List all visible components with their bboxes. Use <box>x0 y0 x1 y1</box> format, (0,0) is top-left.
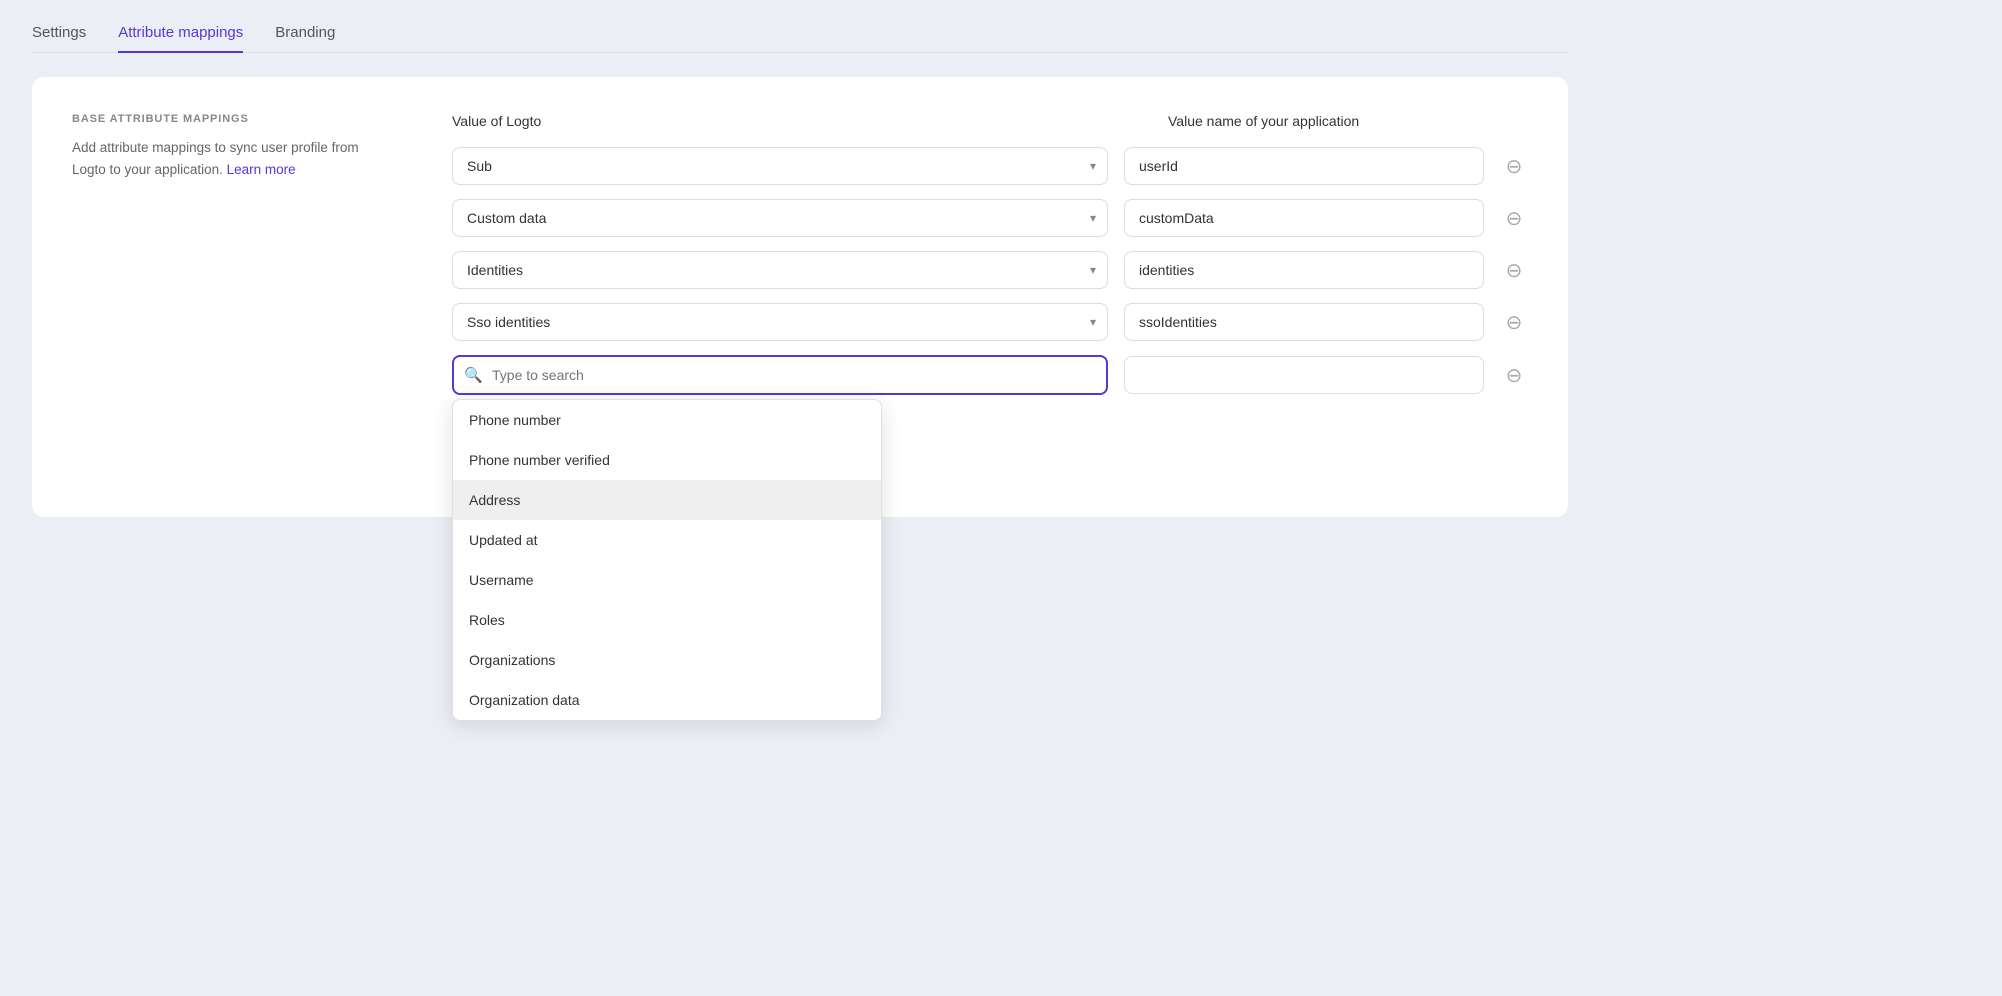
app-value-input-1[interactable] <box>1124 147 1484 185</box>
select-logto-value-2[interactable]: Custom data <box>452 199 1108 237</box>
select-logto-value-3[interactable]: Identities <box>452 251 1108 289</box>
select-wrapper-2: Custom data ▾ <box>452 199 1108 237</box>
app-value-input-4[interactable] <box>1124 303 1484 341</box>
dropdown-item-organization-data[interactable]: Organization data <box>453 680 881 720</box>
col-header-left: Value of Logto <box>452 113 1152 129</box>
search-input[interactable] <box>452 355 1108 395</box>
section-description: Add attribute mappings to sync user prof… <box>72 137 392 180</box>
select-wrapper-3: Identities ▾ <box>452 251 1108 289</box>
mapping-row-3: Identities ▾ ⊖ <box>452 251 1528 289</box>
tab-bar: Settings Attribute mappings Branding <box>32 24 1568 53</box>
dropdown-item-address[interactable]: Address <box>453 480 881 520</box>
dropdown-item-organizations[interactable]: Organizations <box>453 640 881 680</box>
tab-attribute-mappings[interactable]: Attribute mappings <box>118 24 243 53</box>
dropdown-item-phone-number-verified[interactable]: Phone number verified <box>453 440 881 480</box>
remove-row-new-button[interactable]: ⊖ <box>1500 361 1528 389</box>
select-logto-value-4[interactable]: Sso identities <box>452 303 1108 341</box>
app-value-input-new[interactable] <box>1124 356 1484 394</box>
select-logto-value-1[interactable]: Sub <box>452 147 1108 185</box>
mapping-row-2: Custom data ▾ ⊖ <box>452 199 1528 237</box>
left-panel: BASE ATTRIBUTE MAPPINGS Add attribute ma… <box>72 113 392 481</box>
dropdown-item-updated-at[interactable]: Updated at <box>453 520 881 560</box>
card: BASE ATTRIBUTE MAPPINGS Add attribute ma… <box>32 77 1568 517</box>
app-value-input-3[interactable] <box>1124 251 1484 289</box>
right-panel: Value of Logto Value name of your applic… <box>452 113 1528 481</box>
tab-settings[interactable]: Settings <box>32 24 86 53</box>
learn-more-link[interactable]: Learn more <box>227 162 296 177</box>
remove-row-3-button[interactable]: ⊖ <box>1500 256 1528 284</box>
remove-row-2-button[interactable]: ⊖ <box>1500 204 1528 232</box>
dropdown-container: 🔍 Phone number Phone number verified Add… <box>452 355 1108 395</box>
remove-row-1-button[interactable]: ⊖ <box>1500 152 1528 180</box>
select-wrapper-1: Sub ▾ <box>452 147 1108 185</box>
search-wrapper: 🔍 <box>452 355 1108 395</box>
dropdown-menu: Phone number Phone number verified Addre… <box>452 399 882 721</box>
section-label: BASE ATTRIBUTE MAPPINGS <box>72 113 392 125</box>
remove-row-4-button[interactable]: ⊖ <box>1500 308 1528 336</box>
dropdown-item-phone-number[interactable]: Phone number <box>453 400 881 440</box>
search-mapping-row: 🔍 Phone number Phone number verified Add… <box>452 355 1528 395</box>
mapping-row-1: Sub ▾ ⊖ <box>452 147 1528 185</box>
columns-header: Value of Logto Value name of your applic… <box>452 113 1528 129</box>
tab-branding[interactable]: Branding <box>275 24 335 53</box>
mapping-row-4: Sso identities ▾ ⊖ <box>452 303 1528 341</box>
dropdown-item-roles[interactable]: Roles <box>453 600 881 640</box>
col-header-right: Value name of your application <box>1168 113 1528 129</box>
dropdown-item-username[interactable]: Username <box>453 560 881 600</box>
app-value-input-2[interactable] <box>1124 199 1484 237</box>
select-wrapper-4: Sso identities ▾ <box>452 303 1108 341</box>
